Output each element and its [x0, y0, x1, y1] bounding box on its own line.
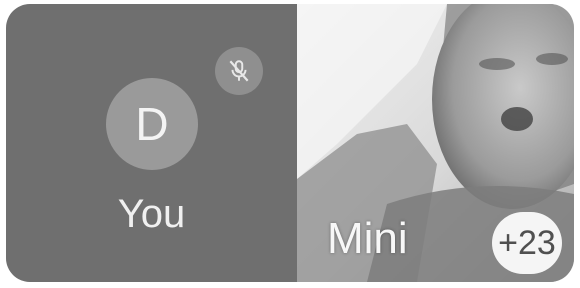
remote-participant-tile[interactable]: Mini +23 [297, 4, 574, 282]
mic-off-glyph [229, 60, 249, 82]
avatar: D [106, 78, 198, 170]
self-name-label: You [117, 192, 186, 236]
remote-name-label: Mini [327, 214, 408, 263]
mic-off-icon [215, 47, 263, 95]
participant-strip: D You Mini +23 [6, 4, 574, 282]
self-participant-tile[interactable]: D You [6, 4, 297, 282]
more-participants-badge[interactable]: +23 [492, 212, 562, 274]
